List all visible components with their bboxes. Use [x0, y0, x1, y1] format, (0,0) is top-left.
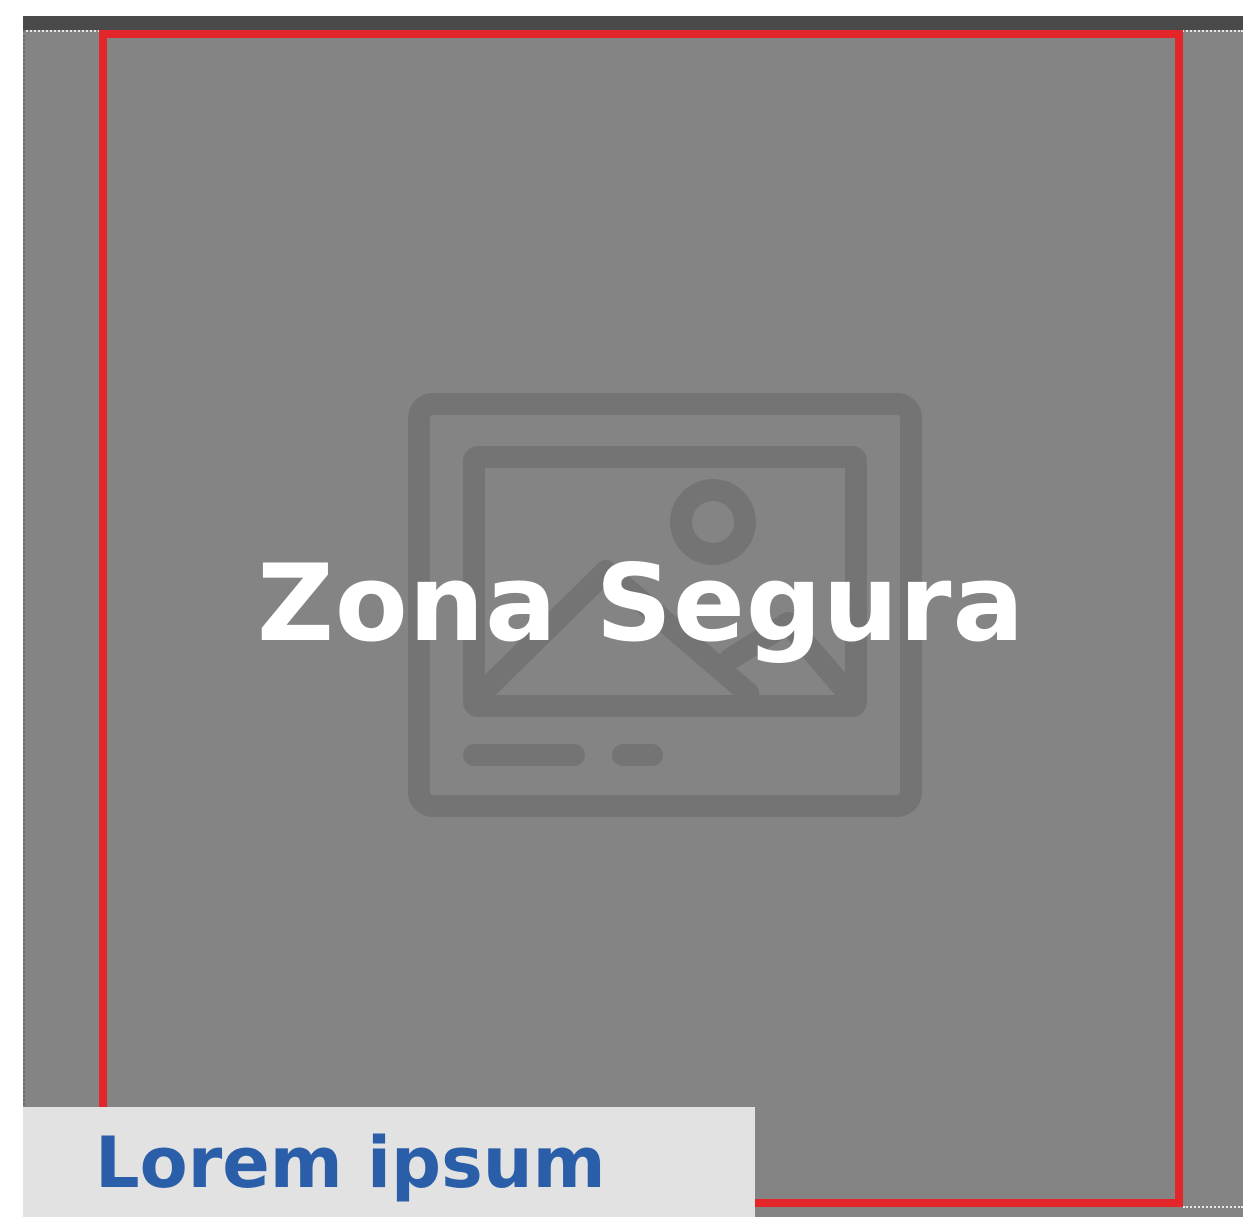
canvas: Zona Segura Lorem ipsum [23, 16, 1243, 1217]
caption-text: Lorem ipsum [95, 1122, 606, 1204]
bleed-guide-bottom [1183, 1206, 1243, 1208]
top-bar [23, 16, 1243, 30]
bleed-guide-left [23, 30, 25, 1217]
caption-box: Lorem ipsum [23, 1107, 755, 1217]
safe-zone-label: Zona Segura [257, 542, 1025, 665]
